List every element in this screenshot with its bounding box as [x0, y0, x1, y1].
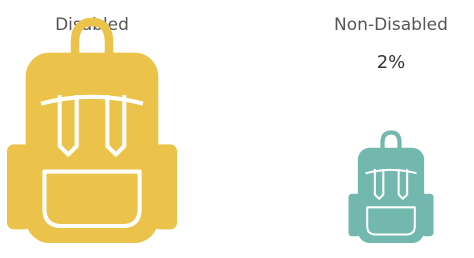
category-label-non-disabled: Non-Disabled	[334, 15, 448, 35]
category-group-disabled: Disabled 8%	[7, 15, 177, 243]
backpack-icon-non-disabled	[348, 130, 434, 243]
backpack-icon-disabled	[7, 17, 177, 243]
value-label-non-disabled: 2%	[377, 52, 406, 73]
chart-canvas: Disabled 8% Non-Disabled 2%	[7, 15, 448, 243]
pictograph-chart: Disabled 8% Non-Disabled 2%	[0, 0, 474, 258]
category-group-non-disabled: Non-Disabled 2%	[334, 15, 448, 243]
